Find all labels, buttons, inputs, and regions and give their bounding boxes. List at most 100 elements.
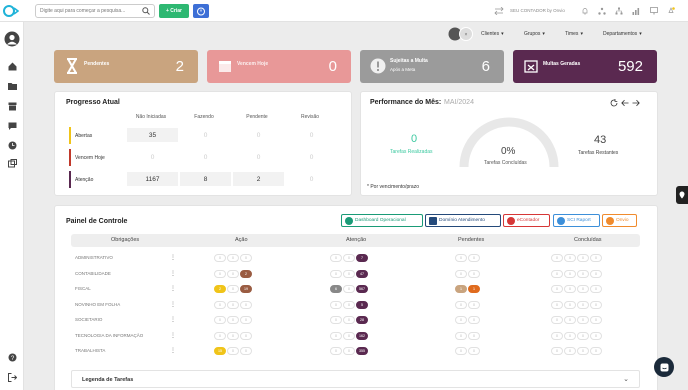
progress-cell[interactable]: 8: [180, 172, 231, 186]
progress-cell[interactable]: 0: [233, 128, 284, 142]
pend-pill[interactable]: 1: [455, 285, 467, 293]
atencao-pill[interactable]: 6: [330, 285, 342, 293]
atencao-pill[interactable]: 0: [343, 269, 355, 278]
pend-pill[interactable]: 0: [455, 316, 467, 324]
network-icon[interactable]: [597, 6, 607, 16]
progress-cell[interactable]: 0: [180, 128, 231, 142]
acao-pill[interactable]: 0: [214, 254, 226, 262]
dominio-atendimento-button[interactable]: Domínio Atendimento: [425, 214, 501, 227]
puzzle-icon[interactable]: [6, 157, 18, 169]
acao-pill[interactable]: 0: [214, 316, 226, 324]
conc-pill[interactable]: 0: [551, 300, 563, 309]
filter-departments[interactable]: Departamentos ▾: [603, 28, 642, 40]
conc-pill[interactable]: 0: [577, 347, 589, 355]
conc-pill[interactable]: 0: [590, 347, 602, 355]
card-fines-generated[interactable]: Multas Geradas 592: [513, 50, 657, 83]
home-icon[interactable]: [6, 60, 18, 72]
acao-pill[interactable]: 0: [227, 269, 239, 278]
app-logo-icon[interactable]: [3, 4, 19, 18]
pend-pill[interactable]: 0: [468, 347, 480, 355]
filter-clients[interactable]: Clientes ▾: [481, 28, 504, 40]
pend-pill[interactable]: 0: [455, 269, 467, 278]
conc-pill[interactable]: 0: [577, 269, 589, 278]
conc-pill[interactable]: 0: [551, 254, 563, 262]
conc-pill[interactable]: 0: [590, 316, 602, 324]
atencao-pill[interactable]: 0: [330, 347, 342, 355]
conc-pill[interactable]: 0: [564, 285, 576, 293]
pend-pill[interactable]: 0: [468, 316, 480, 324]
swap-icon[interactable]: [492, 6, 506, 16]
chat-icon[interactable]: [6, 120, 18, 132]
monitor-icon[interactable]: [649, 6, 659, 16]
acao-pill[interactable]: 0: [227, 254, 239, 262]
atencao-pill[interactable]: 0: [330, 269, 342, 278]
acao-pill[interactable]: 0: [214, 331, 226, 340]
progress-cell[interactable]: 0: [286, 172, 337, 186]
atencao-pill[interactable]: 0: [330, 300, 342, 309]
search-input[interactable]: Digite aqui para começar a pesquisa...: [35, 4, 155, 18]
econtador-button[interactable]: eContador: [503, 214, 550, 227]
conc-pill[interactable]: 0: [551, 316, 563, 324]
row-menu-icon[interactable]: ⋮: [170, 254, 176, 261]
location-pin-button[interactable]: [676, 186, 688, 204]
conc-pill[interactable]: 0: [577, 254, 589, 262]
archive-icon[interactable]: [6, 100, 18, 112]
acao-pill[interactable]: 0: [214, 300, 226, 309]
category-label[interactable]: TECNOLOGIA DA INFORMAÇÃO: [75, 333, 143, 338]
card-pending[interactable]: Pendentes 2: [54, 50, 198, 83]
conc-pill[interactable]: 0: [551, 285, 563, 293]
chat-bubble-button[interactable]: [654, 357, 674, 377]
pend-pill[interactable]: 0: [468, 254, 480, 262]
acao-pill[interactable]: 0: [227, 347, 239, 355]
progress-cell[interactable]: 1167: [127, 172, 178, 186]
pend-pill[interactable]: 0: [468, 269, 480, 278]
category-label[interactable]: CONTABILIDADE: [75, 271, 111, 276]
acao-pill[interactable]: 0: [240, 254, 252, 262]
card-fine-risk[interactable]: Sujeitas a Multa Após a Meta 6: [360, 50, 504, 83]
notification-icon[interactable]: [666, 6, 676, 16]
create-button[interactable]: + Criar: [159, 4, 189, 18]
category-label[interactable]: ADMINISTRATIVO: [75, 255, 113, 260]
conc-pill[interactable]: 0: [577, 316, 589, 324]
pend-pill[interactable]: 0: [455, 347, 467, 355]
pend-pill[interactable]: 0: [455, 331, 467, 340]
task-legend[interactable]: Legenda de Tarefas ⌄: [71, 370, 640, 388]
acao-pill[interactable]: 0: [227, 285, 239, 293]
acao-pill[interactable]: 0: [214, 269, 226, 278]
acao-pill[interactable]: 2: [240, 269, 252, 278]
conc-pill[interactable]: 0: [564, 300, 576, 309]
conc-pill[interactable]: 0: [564, 269, 576, 278]
folder-icon[interactable]: [6, 80, 18, 92]
acao-pill[interactable]: 0: [227, 300, 239, 309]
conc-pill[interactable]: 0: [551, 347, 563, 355]
conc-pill[interactable]: 0: [590, 285, 602, 293]
pend-pill[interactable]: 0: [468, 331, 480, 340]
analytics-icon[interactable]: [631, 6, 641, 16]
avatar-group[interactable]: ×: [448, 27, 475, 41]
card-due-today[interactable]: Vencem Hoje 0: [207, 50, 351, 83]
sitemap-icon[interactable]: [614, 6, 624, 16]
refresh-icon[interactable]: [609, 98, 619, 108]
atencao-pill[interactable]: 7: [356, 254, 368, 262]
category-label[interactable]: TRABALHISTA: [75, 348, 105, 353]
atencao-pill[interactable]: 0: [343, 300, 355, 309]
acao-pill[interactable]: 0: [240, 300, 252, 309]
atencao-pill[interactable]: 0: [343, 285, 355, 293]
atencao-pill[interactable]: 5: [356, 300, 368, 309]
category-label[interactable]: SOCIETARIO: [75, 317, 102, 322]
category-label[interactable]: FISCAL: [75, 286, 91, 291]
arrow-left-icon[interactable]: [620, 98, 630, 108]
clock-icon[interactable]: [6, 139, 18, 151]
conc-pill[interactable]: 0: [590, 331, 602, 340]
help-icon[interactable]: ?: [6, 351, 18, 363]
atencao-pill[interactable]: 0: [343, 347, 355, 355]
progress-cell[interactable]: 35: [127, 128, 178, 142]
conc-pill[interactable]: 0: [564, 254, 576, 262]
category-label[interactable]: NOVINHO EM FOLHA: [75, 302, 120, 307]
atencao-pill[interactable]: 0: [330, 316, 342, 324]
progress-cell[interactable]: 0: [286, 128, 337, 142]
progress-cell[interactable]: 0: [127, 150, 178, 164]
conc-pill[interactable]: 0: [590, 269, 602, 278]
row-menu-icon[interactable]: ⋮: [170, 270, 176, 277]
atencao-pill[interactable]: 355: [356, 347, 368, 355]
